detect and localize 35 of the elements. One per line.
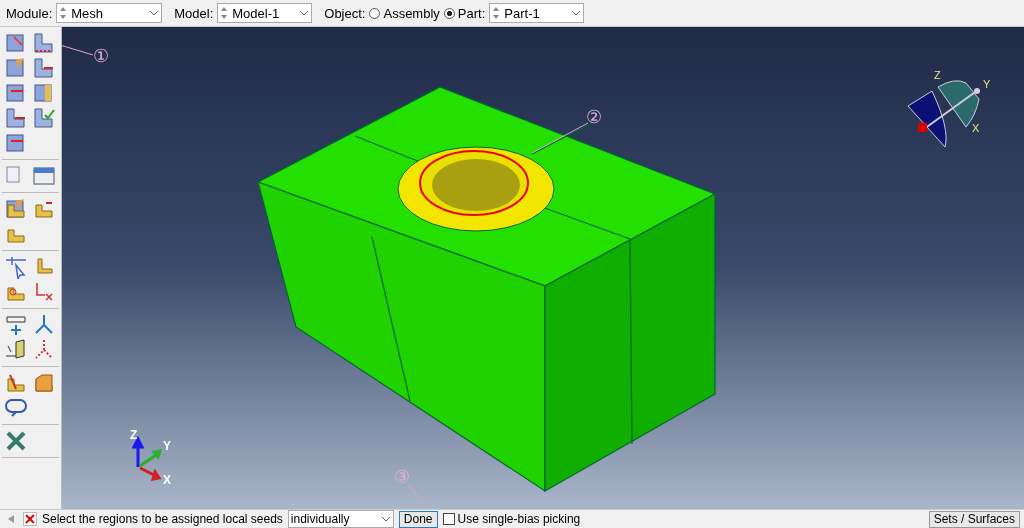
axis-label: Z	[934, 69, 941, 81]
window-icon[interactable]	[32, 164, 56, 188]
object-radio[interactable]: Assembly	[369, 5, 440, 21]
caret-icon[interactable]	[380, 516, 391, 522]
callout-number: ①	[93, 46, 109, 66]
done-button[interactable]: Done	[398, 510, 438, 528]
part-dropdown[interactable]: Part-1	[489, 3, 585, 23]
model-dropdown[interactable]: Model-1	[217, 3, 313, 23]
caret-icon[interactable]	[299, 10, 310, 16]
spinner-arrows-icon[interactable]	[59, 6, 68, 20]
model-label: Model:	[174, 5, 214, 21]
module-label: Module:	[6, 5, 53, 21]
object-label: Object:	[324, 5, 366, 21]
leader-line	[62, 44, 94, 56]
module-dropdown[interactable]: Mesh	[56, 3, 163, 23]
spinner-arrows-icon[interactable]	[220, 6, 229, 20]
mode-dropdown[interactable]: individually	[287, 510, 394, 528]
spinner-arrows-icon[interactable]	[492, 6, 501, 20]
axis-label: Y	[983, 78, 991, 90]
prompt-text: Select the regions to be assigned local seeds	[42, 512, 283, 526]
query-cursor-icon[interactable]	[4, 255, 28, 279]
object-radio[interactable]: Part:	[443, 5, 486, 21]
leader-line	[407, 484, 429, 508]
caret-icon[interactable]	[571, 10, 582, 16]
cancel-icon[interactable]	[23, 512, 37, 526]
caret-icon[interactable]	[149, 10, 160, 16]
callout-number: ③	[394, 467, 410, 487]
axis-label: X	[163, 473, 171, 487]
sets-surfaces-button[interactable]: Sets / Surfaces	[928, 510, 1020, 528]
leader-line	[531, 122, 589, 154]
single-bias-checkbox[interactable]: Use single-bias picking	[442, 512, 581, 526]
axis-label: X	[972, 122, 980, 134]
axis-label: Z	[130, 428, 138, 442]
axis-label: Y	[163, 439, 171, 453]
callout-number: ②	[586, 107, 602, 127]
